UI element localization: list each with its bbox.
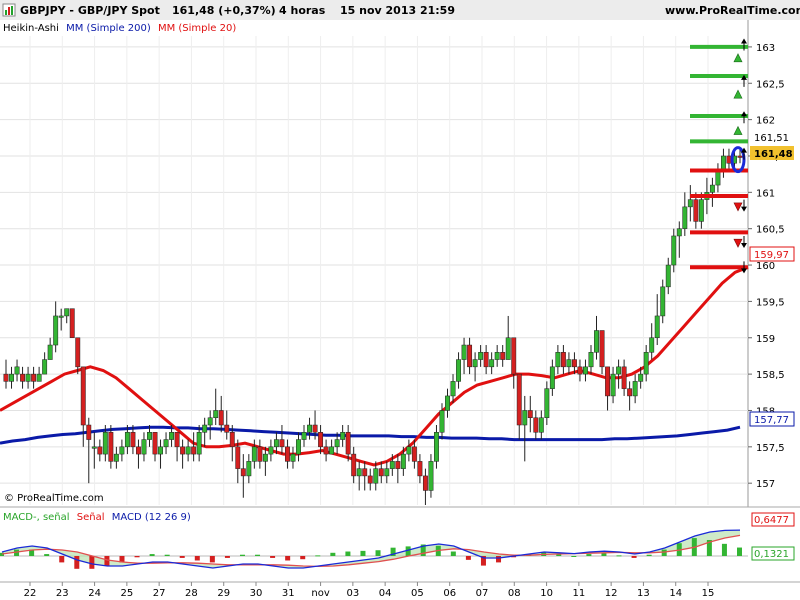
macd-hist-bar: [465, 556, 471, 560]
chart-canvas: GBPJPY - GBP/JPY Spot 161,48 (+0,37%) 4 …: [0, 0, 800, 600]
x-tick-label: 23: [56, 588, 69, 599]
x-tick-label: 03: [346, 588, 359, 599]
macd-hist-bar: [631, 556, 637, 558]
macd-hist-bar: [315, 555, 321, 557]
x-tick-label: 27: [153, 588, 166, 599]
macd-hist-bar: [721, 543, 727, 556]
macd-hist-bar: [571, 556, 577, 557]
macd-hist-bar: [44, 554, 50, 556]
price-label-a: 161,51: [754, 133, 789, 144]
y-tick-label: 157,5: [756, 443, 785, 454]
svg-text:Heikin-Ashi MM (Simple 200: Heikin-Ashi MM (Simple 200) MM (Simple 2…: [3, 23, 236, 34]
x-tick-label: 31: [282, 588, 295, 599]
macd-hist-bar: [300, 556, 306, 560]
x-tick-label: 28: [185, 588, 198, 599]
ma200-label: 157,77: [754, 415, 789, 426]
x-tick-label: 25: [120, 588, 133, 599]
x-tick-label: 30: [250, 588, 263, 599]
price-change: 161,48 (+0,37%): [172, 4, 276, 17]
y-tick-label: 159: [756, 334, 775, 345]
macd-hist-bar: [89, 556, 95, 569]
macd-hist-bar: [450, 551, 456, 556]
macd-hist-bar: [496, 556, 502, 563]
legend-ma20: MM (Simple 20): [158, 23, 236, 34]
x-tick-label: 06: [443, 588, 456, 599]
x-tick-label: nov: [311, 588, 329, 599]
macd-hist-bar: [134, 556, 140, 558]
macd-label-b: 0,1321: [754, 549, 789, 560]
macd-hist-bar: [270, 556, 276, 558]
y-tick-label: 163: [756, 43, 775, 54]
candle: [69, 308, 75, 339]
y-tick-label: 162: [756, 116, 775, 127]
x-tick-label: 08: [508, 588, 521, 599]
macd-hist-bar: [737, 547, 742, 556]
datetime: 15 nov 2013 21:59: [340, 4, 455, 17]
y-tick-label: 159,5: [756, 297, 785, 308]
y-tick-label: 160: [756, 261, 775, 272]
macd-hist-bar: [149, 554, 155, 556]
x-tick-label: 10: [540, 588, 553, 599]
macd-hist-bar: [74, 556, 80, 569]
x-tick-label: 24: [88, 588, 101, 599]
y-tick-label: 161: [756, 188, 775, 199]
x-tick-label: 11: [572, 588, 585, 599]
macd-label-a: 0,6477: [754, 515, 789, 526]
macd-hist-bar: [375, 550, 381, 556]
x-tick-label: 14: [669, 588, 682, 599]
x-tick-label: 12: [605, 588, 618, 599]
macd-hist-bar: [224, 556, 230, 558]
x-tick-label: 04: [379, 588, 392, 599]
copyright: © ProRealTime.com: [4, 493, 104, 504]
x-tick-label: 07: [476, 588, 489, 599]
macd-hist-bar: [255, 554, 261, 556]
instrument-title: GBPJPY - GBP/JPY Spot: [20, 4, 160, 17]
macd-hist-bar: [209, 556, 215, 563]
macd-hist-bar: [586, 554, 592, 556]
timeframe: 4 horas: [279, 4, 326, 17]
macd-hist-bar: [360, 550, 366, 556]
macd-hist-bar: [601, 553, 607, 556]
macd-hist-bar: [239, 554, 245, 556]
red-level-label: 159,97: [754, 250, 789, 261]
y-tick-label: 158,5: [756, 370, 785, 381]
macd-hist-bar: [345, 551, 351, 556]
macd-hist-bar: [194, 556, 200, 561]
legend-heikin-ashi: Heikin-Ashi: [3, 23, 59, 34]
site-link[interactable]: www.ProRealTime.com: [665, 4, 800, 17]
legend-macd-name: MACD (12 26 9): [112, 512, 191, 523]
macd-hist-bar: [179, 556, 185, 558]
macd-hist-bar: [616, 555, 622, 557]
y-tick-label: 162,5: [756, 79, 785, 90]
svg-text:MACD-, señal Señal MAC: MACD-, señal Señal MACD (12 26 9): [3, 512, 191, 523]
legend-ma200: MM (Simple 200): [66, 23, 151, 34]
x-tick-label: 29: [217, 588, 230, 599]
current-price: 161,48: [754, 149, 793, 160]
macd-hist-bar: [59, 556, 65, 563]
x-tick-label: 13: [637, 588, 650, 599]
y-tick-label: 157: [756, 479, 775, 490]
x-tick-label: 15: [702, 588, 715, 599]
legend-signal: Señal: [77, 512, 105, 523]
macd-hist-bar: [661, 549, 667, 556]
macd-hist-bar: [646, 554, 652, 556]
legend-macd: MACD-, señal: [3, 512, 70, 523]
y-tick-label: 160,5: [756, 225, 785, 236]
macd-hist-bar: [164, 554, 170, 556]
macd-hist-bar: [285, 556, 291, 561]
x-tick-label: 05: [411, 588, 424, 599]
x-tick-label: 22: [24, 588, 37, 599]
macd-hist-bar: [330, 552, 336, 556]
